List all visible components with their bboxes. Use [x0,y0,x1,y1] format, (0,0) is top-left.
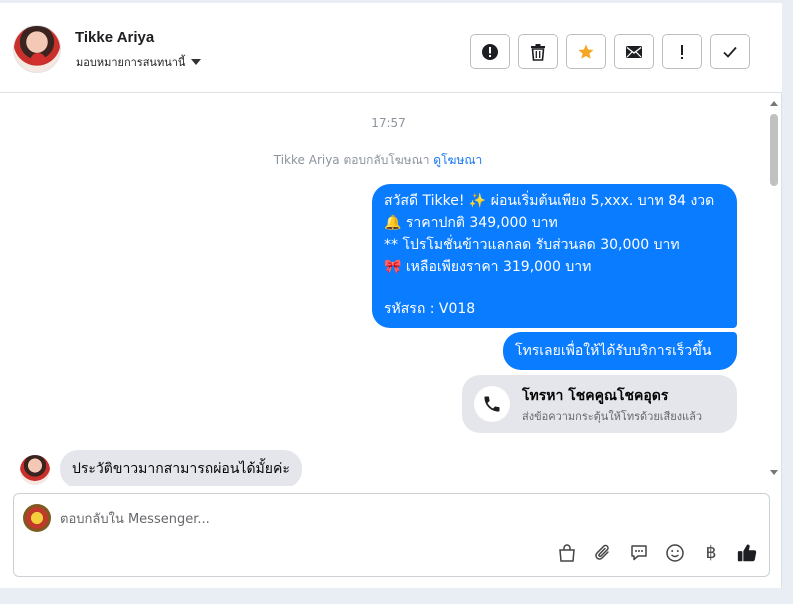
shopping-bag-button[interactable] [555,541,579,565]
contact-avatar-small [20,455,50,485]
header-toolbar [470,34,750,69]
smiley-icon [666,544,684,562]
flag-button[interactable] [662,34,702,69]
outgoing-message[interactable]: โทรเลยเพื่อให้ได้รับบริการเร็วขึ้น [503,332,737,370]
page-avatar [23,504,51,532]
conversation-panel: Tikke Ariya มอบหมายการสนทนานี้ 17:57 Tik… [0,3,782,588]
view-ad-link[interactable]: ดูโฆษณา [433,153,482,167]
envelope-icon [626,45,642,58]
assign-conversation-dropdown[interactable]: มอบหมายการสนทนานี้ [76,53,202,71]
shopping-bag-icon [559,544,575,562]
mark-done-button[interactable] [710,34,750,69]
call-button-card[interactable]: โทรหา โชคคูณโชคอุดร ส่งข้อความกระตุ้นให้… [462,375,737,433]
message-line: 🎀 เหลือเพียงราคา 319,000 บาท [384,259,592,275]
incoming-message[interactable]: ประวัติขาวมากสามารถผ่อนได้มั้ยค่ะ [60,450,302,486]
baht-currency-icon: ฿ [705,543,717,563]
saved-replies-button[interactable] [627,541,651,565]
chat-bubble-icon [631,545,647,561]
check-icon [723,46,737,58]
alert-circle-icon [482,43,498,60]
message-timestamp: 17:57 [371,116,406,130]
phone-icon [484,396,500,412]
message-line: สวัสดี Tikke! ✨ ผ่อนเริ่มต้นเพียง 5,xxx.… [384,193,715,209]
delete-button[interactable] [518,34,558,69]
call-card-subtitle: ส่งข้อความกระตุ้นให้โทรด้วยเสียงแล้ว [522,410,703,423]
trash-icon [531,43,545,61]
contact-avatar[interactable] [13,25,61,73]
ad-reply-notice: Tikke Ariya ตอบกลับโฆษณา ดูโฆษณา [0,151,756,170]
mark-spam-button[interactable] [470,34,510,69]
message-line: 🔔 ราคาปกติ 349,000 บาท [384,215,558,231]
thumbs-up-icon [737,544,757,562]
call-card-title: โทรหา โชคคูณโชคอุดร [522,388,669,404]
conversation-header: Tikke Ariya มอบหมายการสนทนานี้ [0,3,782,93]
assign-label: มอบหมายการสนทนานี้ [76,56,186,69]
scroll-down-arrow-icon[interactable] [770,470,778,475]
message-thread[interactable]: 17:57 Tikke Ariya ตอบกลับโฆษณา ดูโฆษณา ส… [0,94,768,486]
paperclip-icon [595,544,609,560]
message-line: รหัสรถ : V018 [384,301,476,317]
thread-scrollbar[interactable] [768,97,782,479]
like-button[interactable] [735,541,759,565]
reply-input[interactable] [60,509,750,529]
attach-button[interactable] [591,541,615,565]
outgoing-message[interactable]: สวัสดี Tikke! ✨ ผ่อนเริ่มต้นเพียง 5,xxx.… [372,184,737,328]
message-line: ** โปรโมชั่นข้าวแลกลด รับส่วนลด 30,000 บ… [384,237,680,253]
emoji-button[interactable] [663,541,687,565]
phone-icon-wrap [474,386,510,422]
composer-tools: ฿ [555,541,759,565]
star-icon [578,44,594,59]
contact-name[interactable]: Tikke Ariya [75,29,154,46]
chevron-down-icon [191,59,202,65]
message-composer: ฿ [13,493,770,577]
mark-unread-button[interactable] [614,34,654,69]
scrollbar-thumb[interactable] [770,114,778,186]
ad-reply-text: Tikke Ariya ตอบกลับโฆษณา [273,153,430,167]
scroll-up-arrow-icon[interactable] [770,101,778,106]
payment-button[interactable]: ฿ [699,541,723,565]
star-button[interactable] [566,34,606,69]
exclamation-icon [681,44,683,59]
